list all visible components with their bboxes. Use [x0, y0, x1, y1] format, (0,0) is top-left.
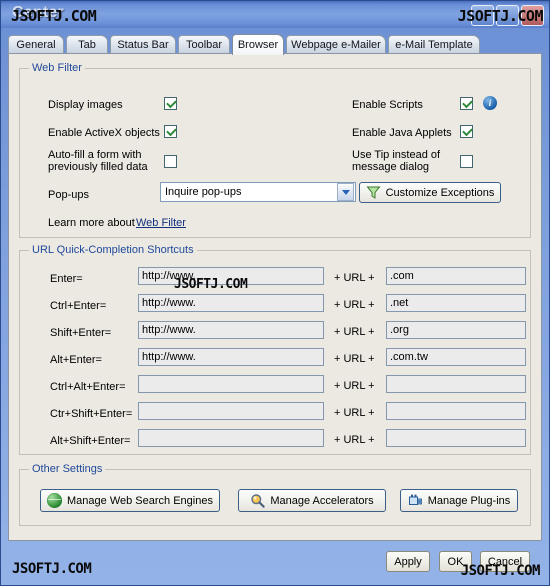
label-shortcut-ctrl-enter: Ctrl+Enter=: [50, 300, 107, 312]
label-enable-activex: Enable ActiveX objects: [48, 127, 160, 139]
watermark-footer-left: JSOFTJ.COM: [12, 561, 92, 577]
input-suffix-enter[interactable]: .com: [386, 267, 526, 285]
label-autofill-form: Auto-fill a form with previously filled …: [48, 149, 148, 173]
popups-select[interactable]: Inquire pop-ups: [160, 182, 356, 202]
checkbox-enable-scripts[interactable]: [460, 97, 473, 110]
popups-select-value: Inquire pop-ups: [165, 186, 242, 198]
input-suffix-ctrl-alt-enter[interactable]: [386, 375, 526, 393]
web-filter-group-title: Web Filter: [29, 62, 85, 74]
input-suffix-ctrl-enter[interactable]: .net: [386, 294, 526, 312]
window-title: Center: [12, 4, 64, 21]
other-settings-group: Other Settings Manage Web Search Engines…: [19, 463, 531, 526]
manage-accelerators-label: Manage Accelerators: [270, 494, 374, 507]
separator-alt-shift-enter: + URL +: [334, 434, 375, 446]
funnel-icon: [366, 185, 381, 200]
tab-general[interactable]: General: [8, 35, 64, 54]
input-prefix-enter[interactable]: http://www.: [138, 267, 324, 285]
plugin-icon: [408, 493, 423, 508]
checkbox-autofill-form[interactable]: [164, 155, 177, 168]
input-suffix-alt-enter[interactable]: .com.tw: [386, 348, 526, 366]
tab-status-bar[interactable]: Status Bar: [110, 35, 176, 54]
tab-webpage-emailer[interactable]: Webpage e-Mailer: [286, 35, 386, 54]
label-shortcut-enter: Enter=: [50, 273, 83, 285]
input-prefix-alt-shift-enter[interactable]: [138, 429, 324, 447]
cancel-button[interactable]: Cancel: [480, 551, 530, 572]
label-use-tip: Use Tip instead of message dialog: [352, 149, 441, 173]
tab-tab[interactable]: Tab: [66, 35, 108, 54]
checkbox-enable-java-applets[interactable]: [460, 125, 473, 138]
input-prefix-ctrl-enter[interactable]: http://www.: [138, 294, 324, 312]
separator-shift-enter: + URL +: [334, 326, 375, 338]
label-popups: Pop-ups: [48, 189, 89, 201]
customize-exceptions-button[interactable]: Customize Exceptions: [359, 182, 501, 203]
label-shortcut-ctrl-alt-enter: Ctrl+Alt+Enter=: [50, 381, 126, 393]
input-prefix-ctrl-alt-enter[interactable]: [138, 375, 324, 393]
manage-web-search-engines-label: Manage Web Search Engines: [67, 494, 213, 507]
tab-toolbar[interactable]: Toolbar: [178, 35, 230, 54]
magnifier-icon: [250, 493, 266, 508]
input-prefix-alt-enter[interactable]: http://www.: [138, 348, 324, 366]
manage-plugins-label: Manage Plug-ins: [427, 494, 511, 507]
web-filter-link[interactable]: Web Filter: [136, 217, 186, 229]
globe-icon: [47, 493, 63, 508]
maximize-button[interactable]: [496, 5, 519, 26]
tab-browser[interactable]: Browser: [232, 34, 284, 55]
tab-strip: General Tab Status Bar Toolbar Browser W…: [8, 34, 542, 55]
checkbox-display-images[interactable]: [164, 97, 177, 110]
ok-button[interactable]: OK: [439, 551, 472, 572]
input-prefix-shift-enter[interactable]: http://www.: [138, 321, 324, 339]
browser-settings-panel: Web Filter Display images Enable ActiveX…: [8, 53, 542, 541]
separator-ctrl-alt-enter: + URL +: [334, 380, 375, 392]
tab-email-template[interactable]: e-Mail Template: [388, 35, 480, 54]
other-settings-group-title: Other Settings: [29, 463, 106, 475]
input-suffix-shift-enter[interactable]: .org: [386, 321, 526, 339]
label-enable-scripts: Enable Scripts: [352, 99, 423, 111]
label-shortcut-alt-enter: Alt+Enter=: [50, 354, 102, 366]
url-shortcuts-group: URL Quick-Completion Shortcuts Enter= ht…: [19, 244, 531, 455]
checkbox-use-tip[interactable]: [460, 155, 473, 168]
caption-buttons: [471, 5, 544, 26]
separator-ctr-shift-enter: + URL +: [334, 407, 375, 419]
minimize-button[interactable]: [471, 5, 494, 26]
web-filter-group: Web Filter Display images Enable ActiveX…: [19, 62, 531, 238]
separator-ctrl-enter: + URL +: [334, 299, 375, 311]
label-shortcut-ctr-shift-enter: Ctr+Shift+Enter=: [50, 408, 133, 420]
learn-more-text: Learn more about: [48, 217, 135, 229]
dialog-footer: JSOFTJ.COM Apply OK Cancel JSOFTJ.COM: [8, 543, 542, 581]
manage-plugins-button[interactable]: Manage Plug-ins: [400, 489, 518, 512]
separator-alt-enter: + URL +: [334, 353, 375, 365]
apply-button[interactable]: Apply: [386, 551, 430, 572]
manage-web-search-engines-button[interactable]: Manage Web Search Engines: [40, 489, 220, 512]
input-suffix-alt-shift-enter[interactable]: [386, 429, 526, 447]
input-suffix-ctr-shift-enter[interactable]: [386, 402, 526, 420]
manage-accelerators-button[interactable]: Manage Accelerators: [238, 489, 386, 512]
info-icon[interactable]: i: [483, 96, 497, 110]
close-button[interactable]: [521, 5, 544, 26]
title-bar: Center JSOFTJ.COM JSOFTJ.COM: [1, 1, 549, 28]
label-shortcut-shift-enter: Shift+Enter=: [50, 327, 112, 339]
checkbox-enable-activex[interactable]: [164, 125, 177, 138]
label-shortcut-alt-shift-enter: Alt+Shift+Enter=: [50, 435, 131, 447]
label-enable-java-applets: Enable Java Applets: [352, 127, 452, 139]
label-display-images: Display images: [48, 99, 123, 111]
input-prefix-ctr-shift-enter[interactable]: [138, 402, 324, 420]
url-shortcuts-group-title: URL Quick-Completion Shortcuts: [29, 244, 197, 256]
options-window: Center JSOFTJ.COM JSOFTJ.COM General Tab…: [0, 0, 550, 586]
customize-exceptions-label: Customize Exceptions: [385, 186, 495, 199]
separator-enter: + URL +: [334, 272, 375, 284]
chevron-down-icon[interactable]: [337, 183, 354, 201]
